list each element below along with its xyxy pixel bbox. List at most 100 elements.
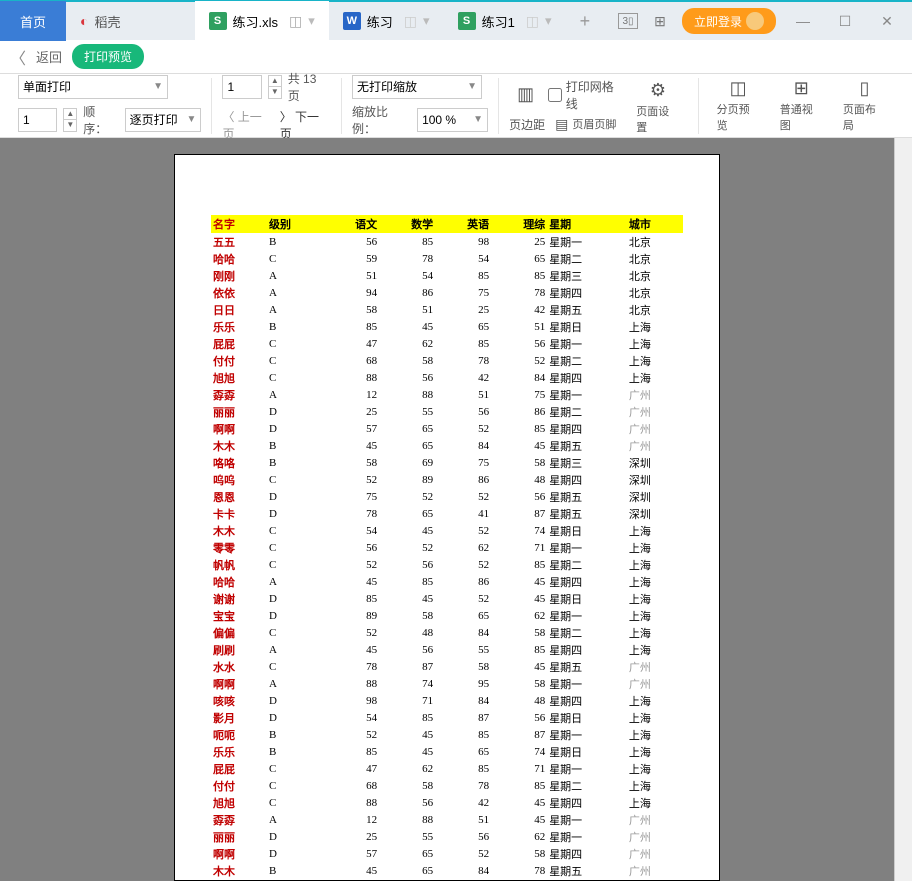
table-cell: 45: [379, 522, 435, 539]
table-cell: 45: [491, 811, 547, 828]
tab-daoqiao[interactable]: ◐ 稻壳: [66, 1, 134, 41]
table-cell: 62: [379, 335, 435, 352]
table-cell: 广州: [627, 658, 683, 675]
table-row: 旭旭C88564245星期四上海: [211, 794, 683, 811]
table-cell: 86: [379, 284, 435, 301]
table-cell: 71: [379, 692, 435, 709]
table-cell: 星期日: [547, 709, 627, 726]
tab-daoqiao-label: 稻壳: [94, 12, 120, 31]
toolbar-group-pages: 1 ▲▼ 共 13 页 〈 上一页 〉 下一页: [212, 78, 342, 134]
table-cell: 上海: [627, 318, 683, 335]
table-cell: 52: [435, 488, 491, 505]
table-cell: 乐乐: [211, 743, 267, 760]
page-setup-icon: ⚙: [650, 80, 666, 101]
table-row: 木木B45658445星期五广州: [211, 437, 683, 454]
header-footer-button[interactable]: ▤ 页眉页脚: [551, 116, 620, 133]
order-select[interactable]: 逐页打印▼: [125, 108, 202, 132]
table-cell: 84: [491, 369, 547, 386]
table-row: 丽丽D25555686星期二广州: [211, 403, 683, 420]
zoom-mode-value: 无打印缩放: [357, 78, 417, 95]
table-cell: 42: [491, 301, 547, 318]
back-button[interactable]: 返回: [36, 47, 62, 66]
page-spinner[interactable]: ▲▼: [268, 75, 282, 99]
tab-status-icon: ◫: [289, 13, 302, 30]
table-cell: 上海: [627, 692, 683, 709]
zoom-ratio-select[interactable]: 100 %▼: [417, 108, 488, 132]
table-cell: D: [267, 403, 323, 420]
tab-file-2[interactable]: W 练习 ◫ ▾: [329, 1, 444, 41]
back-arrow-icon[interactable]: 〈: [10, 45, 26, 69]
col-header: 名字: [211, 215, 267, 233]
table-cell: 上海: [627, 743, 683, 760]
normal-view-button[interactable]: ⊞ 普通视图: [772, 78, 831, 134]
col-header: 星期: [547, 215, 627, 233]
toolbar: 单面打印▼ 1 ▲▼ 顺序： 逐页打印▼ 1 ▲▼ 共 13 页 〈 上一页 〉…: [0, 74, 912, 138]
table-cell: 58: [379, 607, 435, 624]
table-cell: 星期一: [547, 675, 627, 692]
table-cell: 78: [379, 250, 435, 267]
table-cell: A: [267, 641, 323, 658]
table-cell: 69: [379, 454, 435, 471]
table-cell: 深圳: [627, 471, 683, 488]
zoom-mode-select[interactable]: 无打印缩放 ▼: [352, 75, 482, 99]
new-tab-button[interactable]: +: [566, 11, 605, 32]
table-cell: 水水: [211, 658, 267, 675]
tab-menu-icon[interactable]: ▾: [545, 13, 552, 29]
page-input[interactable]: 1: [222, 75, 261, 99]
close-button[interactable]: ✕: [872, 6, 902, 36]
table-cell: 啊啊: [211, 675, 267, 692]
page-layout-button[interactable]: ▯ 页面布局: [835, 78, 894, 134]
table-cell: 78: [435, 777, 491, 794]
tab-menu-icon[interactable]: ▾: [308, 13, 315, 29]
mode-icon-2[interactable]: ⊞: [650, 13, 670, 29]
login-label: 立即登录: [694, 13, 742, 30]
gridlines-checkbox[interactable]: 打印网格线: [548, 78, 624, 112]
table-cell: 上海: [627, 777, 683, 794]
table-cell: 星期二: [547, 250, 627, 267]
table-cell: B: [267, 233, 323, 250]
gridlines-check-input[interactable]: [548, 88, 562, 102]
table-cell: 上海: [627, 794, 683, 811]
table-cell: 啊啊: [211, 420, 267, 437]
print-mode-select[interactable]: 单面打印▼: [18, 75, 168, 99]
table-cell: D: [267, 828, 323, 845]
margin-label[interactable]: 页边距: [509, 116, 545, 133]
table-cell: 85: [435, 726, 491, 743]
table-cell: 85: [379, 233, 435, 250]
mode-icon-1[interactable]: 3▯: [618, 13, 638, 29]
table-cell: 星期一: [547, 386, 627, 403]
table-cell: 75: [323, 488, 379, 505]
copies-spinner[interactable]: ▲▼: [63, 108, 77, 132]
table-cell: 55: [379, 828, 435, 845]
login-button[interactable]: 立即登录: [682, 8, 776, 34]
table-cell: 85: [491, 641, 547, 658]
chevron-down-icon: ▼: [467, 81, 477, 92]
tab-file-1[interactable]: S 练习.xls ◫ ▾: [195, 1, 329, 41]
prev-page-button[interactable]: 〈 上一页: [222, 108, 273, 142]
table-cell: 85: [491, 556, 547, 573]
margin-button[interactable]: ▥: [509, 82, 542, 107]
copies-input[interactable]: 1: [18, 108, 57, 132]
table-cell: 上海: [627, 556, 683, 573]
table-cell: 孬孬: [211, 811, 267, 828]
vertical-scrollbar[interactable]: [894, 138, 912, 881]
table-cell: 62: [435, 539, 491, 556]
minimize-button[interactable]: —: [788, 6, 818, 36]
next-page-button[interactable]: 〉 下一页: [280, 108, 331, 142]
order-label: 顺序：: [83, 103, 118, 137]
table-cell: 卡卡: [211, 505, 267, 522]
table-cell: 45: [379, 726, 435, 743]
table-cell: D: [267, 488, 323, 505]
tab-home[interactable]: 首页: [0, 1, 66, 41]
table-row: 哈哈A45858645星期四上海: [211, 573, 683, 590]
table-cell: 星期四: [547, 573, 627, 590]
page-setup-button[interactable]: ⚙ 页面设置: [628, 78, 687, 137]
maximize-button[interactable]: ☐: [830, 6, 860, 36]
page-break-icon: ◫: [730, 78, 747, 99]
table-row: 水水C78875845星期五广州: [211, 658, 683, 675]
tab-file-3[interactable]: S 练习1 ◫ ▾: [444, 1, 566, 41]
page-break-button[interactable]: ◫ 分页预览: [709, 78, 768, 134]
print-preview-badge: 打印预览: [72, 44, 144, 69]
tab-menu-icon[interactable]: ▾: [423, 13, 430, 29]
chevron-down-icon: ▼: [153, 81, 163, 92]
